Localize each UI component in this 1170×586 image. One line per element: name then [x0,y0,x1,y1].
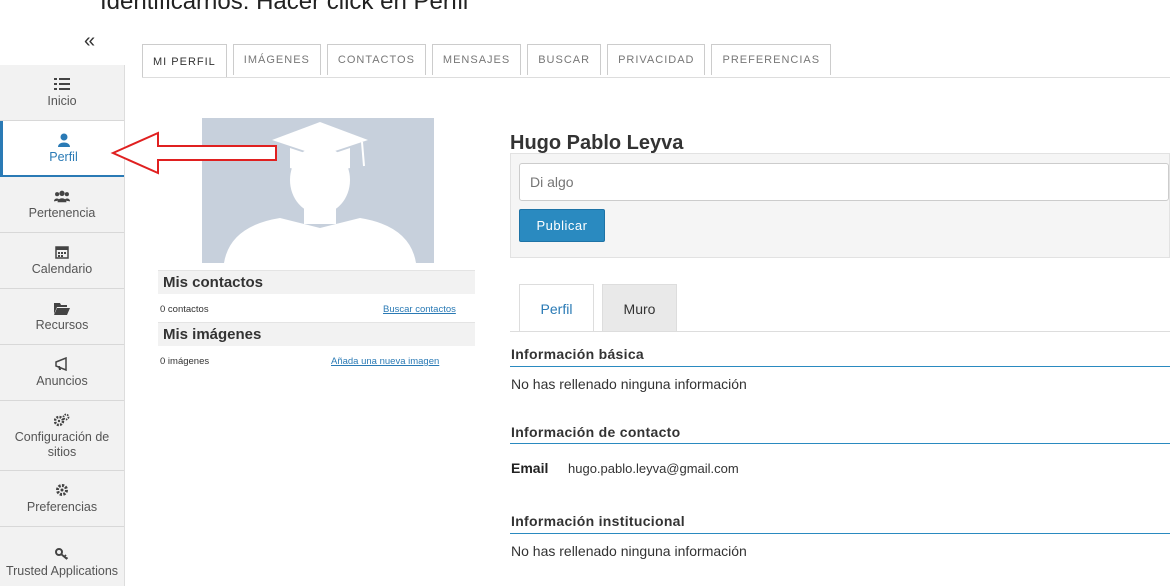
basic-info-text: No has rellenado ninguna información [511,376,747,392]
institutional-info-rule [510,533,1170,534]
tab-perfil[interactable]: Perfil [519,284,594,332]
sidebar-item-label: Configuración de sitios [14,429,110,459]
add-image-link[interactable]: Añada una nueva imagen [331,356,439,367]
gear-icon [54,482,70,498]
sidebar-item-label: Perfil [49,149,78,164]
sidebar-item-anuncios[interactable]: Anuncios [0,345,124,401]
email-label: Email [511,460,549,476]
key-icon [54,546,70,562]
sidebar-item-label: Recursos [35,318,89,332]
basic-info-rule [510,366,1170,367]
tab-contactos[interactable]: CONTACTOS [326,44,426,75]
sidebar-item-calendario[interactable]: Calendario [0,233,124,289]
cogs-icon [54,412,70,428]
sidebar-item-label: Inicio [47,94,77,108]
subtabs-divider [510,331,1170,332]
sidebar-item-inicio[interactable]: Inicio [0,65,124,121]
profile-name: Hugo Pablo Leyva [510,132,684,154]
sidebar-item-label: Pertenencia [28,206,96,220]
publish-button[interactable]: Publicar [519,209,605,242]
contact-info-heading: Información de contacto [511,424,681,440]
collapse-sidebar-button[interactable]: « [84,30,95,53]
tab-imagenes[interactable]: IMÁGENES [232,44,321,75]
institutional-info-heading: Información institucional [511,513,685,529]
bullhorn-icon [54,356,70,372]
post-input[interactable] [519,163,1169,201]
basic-info-heading: Información básica [511,346,644,362]
sidebar-item-recursos[interactable]: Recursos [0,289,124,345]
folder-open-icon [54,300,70,316]
red-arrow-annotation [110,131,277,175]
sidebar-item-perfil[interactable]: Perfil [0,121,124,177]
sidebar-item-trusted-applications[interactable]: Trusted Applications [0,527,124,586]
calendar-icon [54,244,70,260]
sidebar-item-label: Preferencias [26,500,98,514]
contacts-heading: Mis contactos [158,270,475,294]
institutional-info-text: No has rellenado ninguna información [511,543,747,559]
tab-muro[interactable]: Muro [602,284,677,332]
email-value: hugo.pablo.leyva@gmail.com [568,461,739,476]
sidebar-item-label: Calendario [31,262,93,276]
contact-info-rule [510,443,1170,444]
instruction-text: Identificarnos: Hacer click en Perfil [100,0,469,15]
sidebar-item-configuracion[interactable]: Configuración de sitios [0,401,124,471]
tab-privacidad[interactable]: PRIVACIDAD [607,44,706,75]
tab-mi-perfil[interactable]: MI PERFIL [142,44,227,78]
sidebar-item-label: Trusted Applications [5,563,119,578]
search-contacts-link[interactable]: Buscar contactos [383,304,456,315]
profile-subtabs: Perfil Muro [519,284,677,332]
tab-preferencias[interactable]: PREFERENCIAS [711,44,832,75]
tab-mensajes[interactable]: MENSAJES [431,44,522,75]
group-icon [54,188,70,204]
sidebar-item-label: Anuncios [36,374,88,388]
sidebar-item-preferencias[interactable]: Preferencias [0,471,124,527]
contacts-count: 0 contactos [160,304,209,315]
sidebar: Inicio Perfil Pertenencia Calendario Rec… [0,65,125,586]
tabs-divider [142,77,1170,78]
profile-tabs: MI PERFIL IMÁGENES CONTACTOS MENSAJES BU… [142,44,832,78]
sidebar-item-pertenencia[interactable]: Pertenencia [0,177,124,233]
images-count: 0 imágenes [160,356,210,367]
list-icon [54,76,70,92]
tab-buscar[interactable]: BUSCAR [527,44,602,75]
images-heading: Mis imágenes [158,322,475,346]
user-icon [56,132,72,148]
